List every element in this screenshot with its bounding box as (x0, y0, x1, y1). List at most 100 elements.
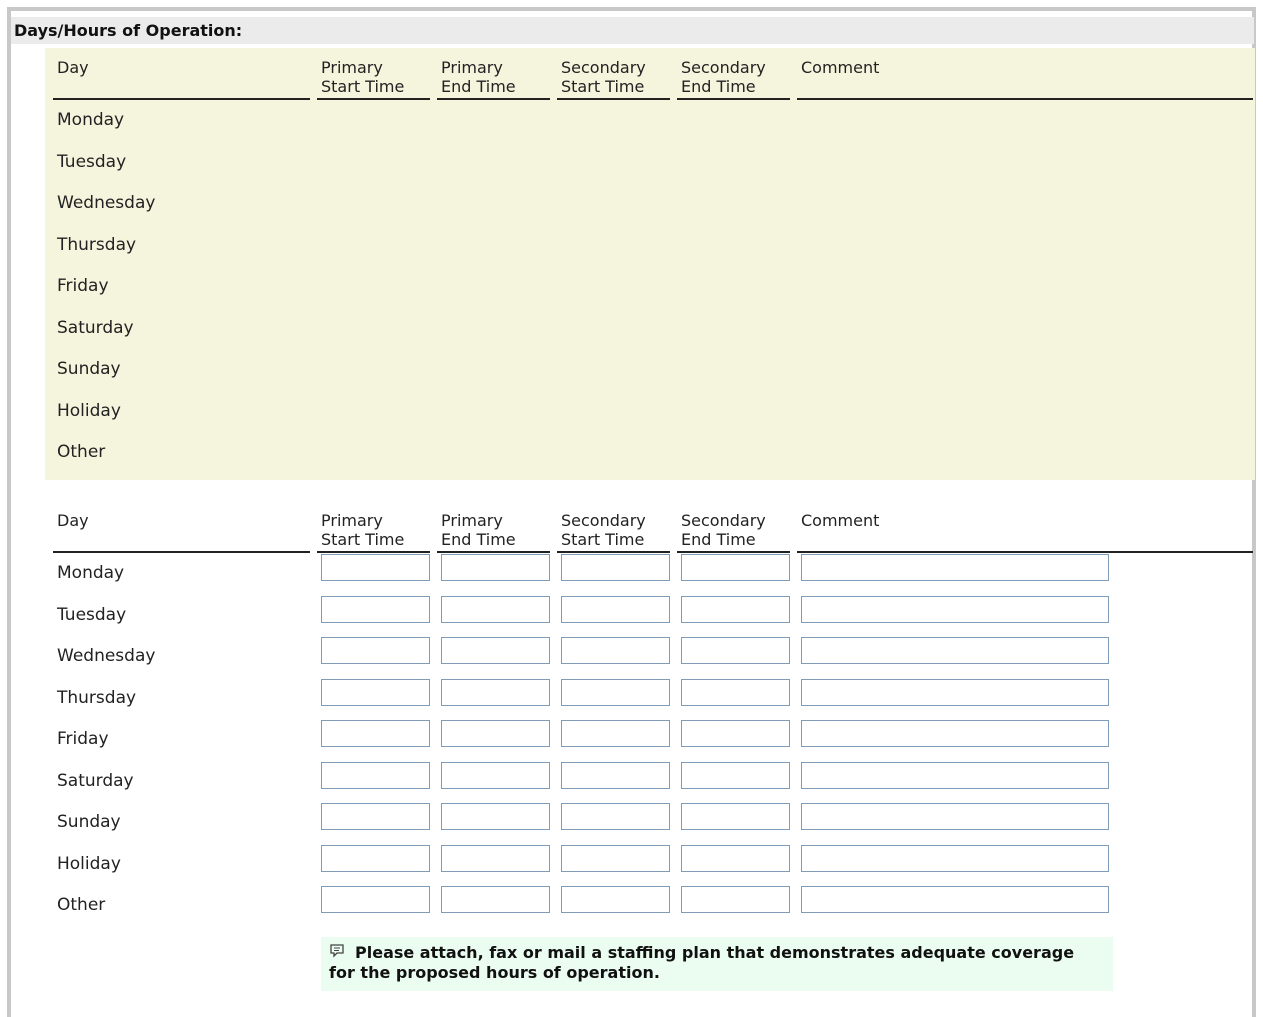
thursday-secondary-start-input[interactable] (561, 679, 670, 706)
readonly-header-secondary-end: Secondary End Time (677, 48, 790, 100)
readonly-header-day: Day (53, 48, 310, 100)
edit-header-primary-end-line: Primary (441, 511, 503, 530)
readonly-header-comment: Comment (797, 48, 1253, 100)
friday-secondary-end-input[interactable] (681, 720, 790, 747)
row-day-saturday: Saturday (57, 318, 134, 338)
row-day-holiday: Holiday (57, 401, 121, 421)
row-day-sunday: Sunday (57, 359, 121, 379)
readonly-header-secondary-start-line: Start Time (561, 77, 645, 96)
readonly-header-day-label: Day (57, 58, 89, 77)
section-title: Days/Hours of Operation: (11, 17, 1254, 44)
friday-primary-start-input[interactable] (321, 720, 430, 747)
row-day-holiday: Holiday (57, 854, 121, 874)
row-day-monday: Monday (57, 110, 125, 130)
monday-comment-input[interactable] (801, 554, 1109, 581)
saturday-secondary-end-input[interactable] (681, 762, 790, 789)
monday-primary-end-input[interactable] (441, 554, 550, 581)
row-day-friday: Friday (57, 729, 109, 749)
edit-header-primary-start-line: Primary (321, 511, 383, 530)
edit-header-primary-end: Primary End Time (437, 501, 550, 553)
sunday-secondary-start-input[interactable] (561, 803, 670, 830)
edit-header-secondary-end-line: End Time (681, 530, 756, 549)
readonly-header-primary-start: Primary Start Time (317, 48, 430, 100)
row-day-other: Other (57, 895, 106, 915)
saturday-primary-end-input[interactable] (441, 762, 550, 789)
saturday-secondary-start-input[interactable] (561, 762, 670, 789)
edit-header-day-label: Day (57, 511, 89, 530)
row-day-wednesday: Wednesday (57, 646, 156, 666)
holiday-secondary-end-input[interactable] (681, 845, 790, 872)
row-day-thursday: Thursday (57, 688, 137, 708)
monday-primary-start-input[interactable] (321, 554, 430, 581)
staffing-plan-note: Please attach, fax or mail a staffing pl… (321, 937, 1113, 991)
readonly-header-primary-end: Primary End Time (437, 48, 550, 100)
other-primary-end-input[interactable] (441, 886, 550, 913)
wednesday-primary-start-input[interactable] (321, 637, 430, 664)
readonly-header-primary-end-line: End Time (441, 77, 516, 96)
readonly-header-secondary-start-line: Secondary (561, 58, 646, 77)
edit-header-primary-start: Primary Start Time (317, 501, 430, 553)
thursday-primary-end-input[interactable] (441, 679, 550, 706)
edit-hours-table: Day Primary Start Time Primary End Time Secon… (53, 501, 1253, 931)
readonly-header-secondary-end-line: Secondary (681, 58, 766, 77)
row-day-tuesday: Tuesday (57, 605, 127, 625)
wednesday-primary-end-input[interactable] (441, 637, 550, 664)
friday-comment-input[interactable] (801, 720, 1109, 747)
sunday-primary-start-input[interactable] (321, 803, 430, 830)
saturday-comment-input[interactable] (801, 762, 1109, 789)
readonly-header-comment-label: Comment (801, 58, 880, 77)
readonly-hours-table: Day Primary Start Time Primary End Time Secon… (53, 48, 1253, 478)
other-comment-input[interactable] (801, 886, 1109, 913)
edit-header-secondary-start: Secondary Start Time (557, 501, 670, 553)
tuesday-comment-input[interactable] (801, 596, 1109, 623)
row-day-monday: Monday (57, 563, 125, 583)
holiday-primary-end-input[interactable] (441, 845, 550, 872)
row-day-friday: Friday (57, 276, 109, 296)
edit-header-day: Day (53, 501, 310, 553)
speech-bubble-icon (329, 943, 345, 959)
staffing-plan-note-text: Please attach, fax or mail a staffing pl… (329, 943, 1075, 982)
tuesday-primary-start-input[interactable] (321, 596, 430, 623)
friday-secondary-start-input[interactable] (561, 720, 670, 747)
tuesday-primary-end-input[interactable] (441, 596, 550, 623)
row-day-thursday: Thursday (57, 235, 137, 255)
readonly-header-primary-start-line: Start Time (321, 77, 405, 96)
row-day-other: Other (57, 442, 106, 462)
other-secondary-start-input[interactable] (561, 886, 670, 913)
thursday-primary-start-input[interactable] (321, 679, 430, 706)
row-day-wednesday: Wednesday (57, 193, 156, 213)
sunday-secondary-end-input[interactable] (681, 803, 790, 830)
monday-secondary-start-input[interactable] (561, 554, 670, 581)
edit-header-secondary-start-line: Secondary (561, 511, 646, 530)
wednesday-secondary-start-input[interactable] (561, 637, 670, 664)
wednesday-secondary-end-input[interactable] (681, 637, 790, 664)
sunday-comment-input[interactable] (801, 803, 1109, 830)
tuesday-secondary-end-input[interactable] (681, 596, 790, 623)
holiday-primary-start-input[interactable] (321, 845, 430, 872)
row-day-saturday: Saturday (57, 771, 134, 791)
thursday-secondary-end-input[interactable] (681, 679, 790, 706)
other-primary-start-input[interactable] (321, 886, 430, 913)
holiday-comment-input[interactable] (801, 845, 1109, 872)
readonly-header-primary-start-line: Primary (321, 58, 383, 77)
wednesday-comment-input[interactable] (801, 637, 1109, 664)
edit-header-secondary-end-line: Secondary (681, 511, 766, 530)
edit-header-secondary-start-line: Start Time (561, 530, 645, 549)
tuesday-secondary-start-input[interactable] (561, 596, 670, 623)
holiday-secondary-start-input[interactable] (561, 845, 670, 872)
saturday-primary-start-input[interactable] (321, 762, 430, 789)
row-day-tuesday: Tuesday (57, 152, 127, 172)
monday-secondary-end-input[interactable] (681, 554, 790, 581)
edit-header-primary-end-line: End Time (441, 530, 516, 549)
readonly-header-secondary-end-line: End Time (681, 77, 756, 96)
row-day-sunday: Sunday (57, 812, 121, 832)
readonly-header-primary-end-line: Primary (441, 58, 503, 77)
edit-header-primary-start-line: Start Time (321, 530, 405, 549)
readonly-header-secondary-start: Secondary Start Time (557, 48, 670, 100)
friday-primary-end-input[interactable] (441, 720, 550, 747)
sunday-primary-end-input[interactable] (441, 803, 550, 830)
thursday-comment-input[interactable] (801, 679, 1109, 706)
other-secondary-end-input[interactable] (681, 886, 790, 913)
edit-header-comment: Comment (797, 501, 1253, 553)
edit-header-secondary-end: Secondary End Time (677, 501, 790, 553)
